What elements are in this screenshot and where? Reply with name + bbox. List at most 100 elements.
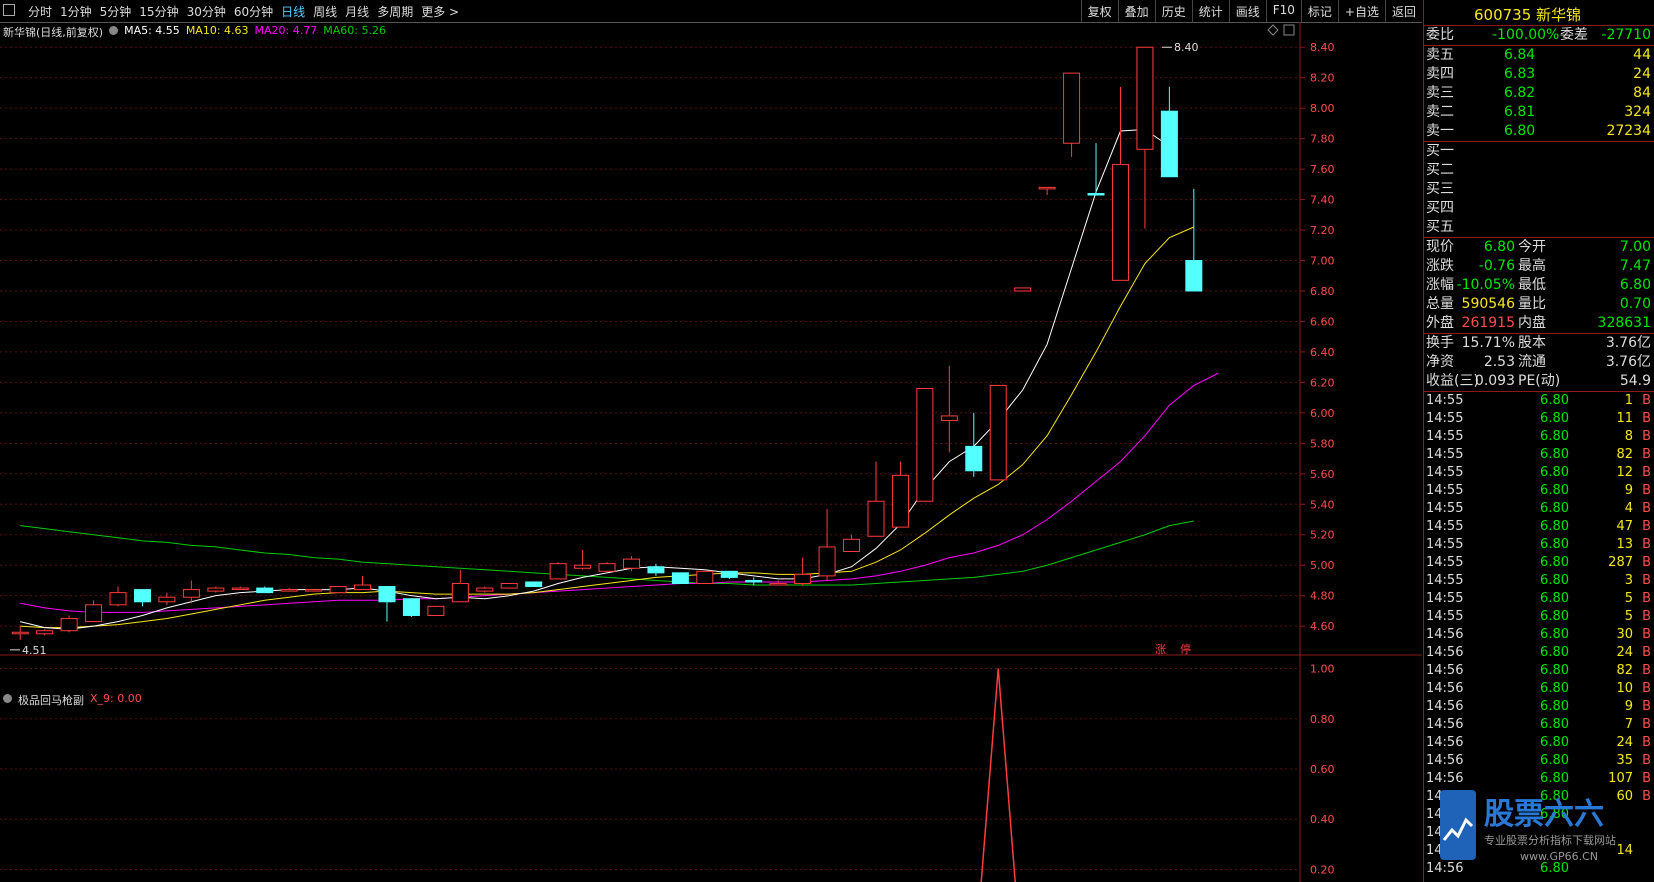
tool-button-4[interactable]: 画线	[1228, 0, 1266, 22]
settings-dot-icon[interactable]	[109, 26, 119, 35]
maximize-icon	[1283, 24, 1295, 36]
tool-button-5[interactable]: F10	[1265, 0, 1301, 22]
tab-3[interactable]: 15分钟	[135, 3, 182, 20]
tick-price: 6.80	[1540, 753, 1569, 768]
tab-7[interactable]: 周线	[309, 3, 341, 20]
tick-volume: 12	[1616, 465, 1633, 480]
tab-9[interactable]: 多周期	[373, 3, 417, 20]
period-toolbar: 分时 1分钟 5分钟 15分钟 30分钟 60分钟 日线 周线 月线 多周期 更多 > 复权 叠加 历史…	[0, 0, 1422, 23]
fund-label: 换手	[1426, 335, 1454, 351]
fund-row: 换手 15.71% 股本 3.76亿	[1424, 334, 1654, 353]
tick-side: B	[1642, 681, 1651, 696]
stat-label: 量比	[1518, 296, 1546, 312]
tool-button-1[interactable]: 叠加	[1117, 0, 1155, 22]
tick-time: 14:56	[1426, 645, 1464, 660]
tick-side: B	[1642, 429, 1651, 444]
ma60-line	[20, 520, 1194, 586]
tool-button-8[interactable]: 返回	[1384, 0, 1422, 22]
tool-button-0[interactable]: 复权	[1080, 0, 1118, 22]
tick-row: 14:55 6.80 12 B	[1424, 464, 1654, 482]
indicator-tick-label: 0.40	[1310, 813, 1335, 826]
tab-0[interactable]: 分时	[24, 3, 56, 20]
stat-value: 328631	[1597, 315, 1651, 331]
tick-price: 6.80	[1540, 735, 1569, 750]
tick-side: B	[1642, 771, 1651, 786]
bid-row: 买一	[1424, 142, 1654, 161]
tick-side: B	[1642, 537, 1651, 552]
fund-row: 净资 2.53 流通 3.76亿	[1424, 353, 1654, 372]
candle	[36, 629, 54, 636]
tick-row: 14:55 6.80 4 B	[1424, 500, 1654, 518]
ma10-label: MA10: 4.63	[185, 24, 249, 37]
tab-4[interactable]: 30分钟	[183, 3, 230, 20]
ask-row: 卖五 6.84 44	[1424, 46, 1654, 65]
stat-label: 内盘	[1518, 315, 1546, 331]
tick-price: 6.80	[1540, 645, 1569, 660]
tool-button-3[interactable]: 统计	[1191, 0, 1229, 22]
candle	[843, 534, 861, 552]
price-tick-label: 6.00	[1310, 407, 1335, 420]
tool-button-2[interactable]: 历史	[1154, 0, 1192, 22]
bid-label: 买一	[1426, 143, 1454, 159]
tick-time: 14:56	[1426, 663, 1464, 678]
indicator-settings-dot-icon[interactable]	[3, 694, 12, 703]
tab-5[interactable]: 60分钟	[230, 3, 277, 20]
limit-stop-tag: 停	[1180, 642, 1191, 656]
candle	[720, 570, 738, 579]
ask-volume: 24	[1633, 66, 1651, 82]
site-watermark-logo: 股票六六 专业股票分析指标下载网站 www.GP66.CN	[1440, 790, 1616, 863]
tick-price: 6.80	[1540, 501, 1569, 516]
price-tick-label: 7.80	[1310, 133, 1335, 146]
tool-button-6[interactable]: 标记	[1300, 0, 1338, 22]
ask-label: 卖五	[1426, 47, 1454, 63]
tick-row: 14:56 6.80 9 B	[1424, 698, 1654, 716]
stat-value: 7.47	[1619, 258, 1651, 274]
candle-body	[85, 604, 103, 623]
price-tick-label: 5.80	[1310, 437, 1335, 450]
candle-body	[867, 500, 885, 537]
candle-body	[794, 573, 812, 584]
bid-label: 买三	[1426, 181, 1454, 197]
quote-panel: 600735 新华锦 委比 -100.00% 委差 -27710 卖五 6.84 4…	[1423, 0, 1654, 882]
ask-volume: 27234	[1606, 123, 1651, 139]
tool-button-7[interactable]: +自选	[1337, 0, 1385, 22]
limit-up-tag: 涨	[1155, 643, 1166, 656]
tab-1[interactable]: 1分钟	[56, 3, 96, 20]
candle-body	[305, 589, 323, 592]
high-marker: 8.40	[1174, 41, 1199, 54]
tab-2[interactable]: 5分钟	[96, 3, 136, 20]
candle	[329, 586, 347, 594]
candle-body	[696, 570, 714, 584]
price-tick-label: 5.20	[1310, 529, 1335, 542]
tab-10[interactable]: 更多 >	[417, 3, 463, 20]
candle-body	[427, 605, 445, 616]
candle-body	[36, 630, 54, 635]
stat-value: 6.80	[1483, 239, 1515, 255]
tick-side: B	[1642, 465, 1651, 480]
tick-volume: 5	[1624, 609, 1633, 624]
candle	[965, 412, 983, 477]
panel-toggle-icon[interactable]	[3, 4, 15, 16]
candle-body	[671, 572, 689, 584]
candle-body	[574, 564, 592, 569]
candle	[525, 581, 543, 588]
candle	[476, 586, 494, 593]
candle	[256, 586, 274, 594]
watermark-url: www.GP66.CN	[1520, 850, 1598, 863]
tick-time: 14:55	[1426, 447, 1464, 462]
ask-price: 6.84	[1504, 47, 1536, 63]
kline-chart[interactable]: 8.40 8.20 8.00 7.80 7.60 7.40 7.20 7.00 6.80 6.60…	[0, 22, 1422, 882]
indicator-legend: 极品回马枪副 X_9: 0.00	[3, 692, 142, 708]
weicha-value: -27710	[1601, 27, 1651, 43]
candle	[354, 575, 372, 591]
tab-8[interactable]: 月线	[341, 3, 373, 20]
tick-row: 14:55 6.80 1 B	[1424, 392, 1654, 410]
candle-body	[231, 587, 249, 591]
ma20-label: MA20: 4.77	[254, 24, 318, 37]
ma5-line	[20, 128, 1170, 630]
candle	[1160, 86, 1178, 178]
tick-side: B	[1642, 627, 1651, 642]
candle-body	[1111, 164, 1129, 281]
tab-6[interactable]: 日线	[277, 3, 309, 20]
tick-price: 6.80	[1540, 681, 1569, 696]
